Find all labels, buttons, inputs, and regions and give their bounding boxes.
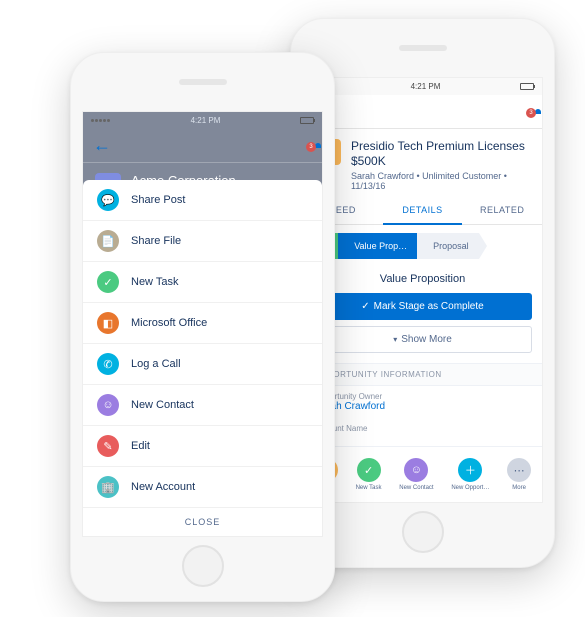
contact-icon: ☺: [97, 394, 119, 416]
action-edit[interactable]: ✎ Edit: [83, 426, 322, 467]
record-header: Presidio Tech Premium Licenses $500K Sar…: [303, 129, 542, 197]
section-title: OPPORTUNITY INFORMATION: [303, 363, 542, 386]
battery-icon: [300, 117, 314, 124]
action-log-a-call[interactable]: ✆ Log a Call: [83, 344, 322, 385]
stage-current[interactable]: Value Prop…: [338, 233, 417, 259]
stage-next[interactable]: Proposal: [417, 233, 479, 259]
screen-front: 4:21 PM ← 3 Acme Corporation: [82, 111, 323, 537]
check-icon: ✓: [97, 271, 119, 293]
tab-bar: FEED DETAILS RELATED: [303, 197, 542, 225]
status-time: 4:21 PM: [191, 116, 221, 125]
office-icon: ◧: [97, 312, 119, 334]
home-button[interactable]: [402, 511, 444, 553]
notif-badge: 3: [306, 142, 316, 152]
qa-new-opportunity[interactable]: ＋New Opport…: [451, 458, 489, 491]
account-icon: 🏢: [97, 476, 119, 498]
phone-icon: ✆: [97, 353, 119, 375]
phone-speaker: [179, 79, 227, 85]
more-icon: ⋯: [507, 458, 531, 482]
speech-icon: 💬: [97, 189, 119, 211]
contact-icon: ☺: [404, 458, 428, 482]
nav-bar: ← 3: [83, 129, 322, 163]
back-icon[interactable]: ←: [93, 135, 111, 156]
qa-new-contact[interactable]: ☺New Contact: [399, 458, 433, 491]
field-value[interactable]: Sarah Crawford: [315, 401, 530, 412]
status-bar: 4:21 PM: [303, 78, 542, 95]
action-share-file[interactable]: 📄 Share File: [83, 221, 322, 262]
action-new-account[interactable]: 🏢 New Account: [83, 467, 322, 508]
action-share-post[interactable]: 💬 Share Post: [83, 180, 322, 221]
notif-badge: 3: [526, 108, 536, 118]
check-icon: ✓: [357, 458, 381, 482]
tab-related[interactable]: RELATED: [462, 197, 542, 224]
pencil-icon: ✎: [97, 435, 119, 457]
action-sheet: 💬 Share Post 📄 Share File ✓ New Task ◧ M…: [83, 180, 322, 536]
file-icon: 📄: [97, 230, 119, 252]
nav-bar: ← 3: [303, 95, 542, 129]
opportunity-icon: ＋: [458, 458, 482, 482]
field-owner: Opportunity Owner Sarah Crawford: [303, 386, 542, 418]
status-bar: 4:21 PM: [83, 112, 322, 129]
screen-back: 4:21 PM ← 3 Presidio Tech Premium Licens…: [302, 77, 543, 503]
show-more-button[interactable]: ▾Show More: [313, 326, 532, 353]
field-label: Account Name: [315, 424, 530, 433]
home-button[interactable]: [182, 545, 224, 587]
record-subtitle: Sarah Crawford • Unlimited Customer • 11…: [351, 171, 530, 191]
status-time: 4:21 PM: [411, 82, 441, 91]
qa-more[interactable]: ⋯More: [507, 458, 531, 491]
field-label: Opportunity Owner: [315, 392, 530, 401]
field-account: Account Name: [303, 418, 542, 439]
battery-icon: [520, 83, 534, 90]
action-new-contact[interactable]: ☺ New Contact: [83, 385, 322, 426]
action-new-task[interactable]: ✓ New Task: [83, 262, 322, 303]
chevron-down-icon: ▾: [393, 335, 397, 344]
check-icon: ✓: [361, 301, 369, 312]
record-title: Presidio Tech Premium Licenses $500K: [351, 139, 530, 169]
action-microsoft-office[interactable]: ◧ Microsoft Office: [83, 303, 322, 344]
close-button[interactable]: CLOSE: [83, 508, 322, 536]
stage-path: ✓ Value Prop… Proposal: [303, 233, 542, 259]
mark-complete-button[interactable]: ✓Mark Stage as Complete: [313, 293, 532, 320]
qa-new-task[interactable]: ✓New Task: [356, 458, 382, 491]
phone-front: 4:21 PM ← 3 Acme Corporation: [70, 52, 335, 602]
quick-action-bar: ✎Edit ✓New Task ☺New Contact ＋New Opport…: [303, 446, 542, 502]
phone-speaker: [399, 45, 447, 51]
tab-details[interactable]: DETAILS: [383, 197, 463, 225]
stage-title: Value Proposition: [303, 267, 542, 293]
signal-icon: [91, 116, 111, 125]
